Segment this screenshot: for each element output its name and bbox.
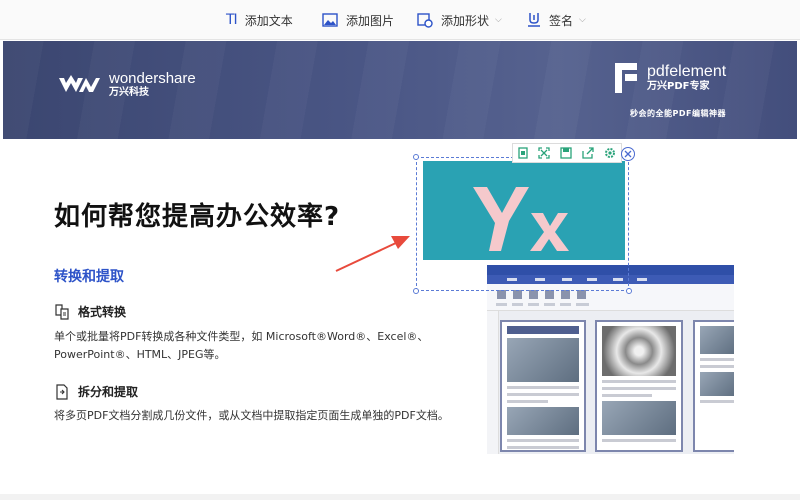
- wondershare-logo: wondershare 万兴科技: [57, 71, 196, 99]
- image-toolbar: [512, 143, 622, 163]
- wondershare-cn: 万兴科技: [109, 87, 149, 98]
- settings-icon[interactable]: [604, 144, 616, 163]
- document-page: [500, 320, 586, 452]
- shape-icon: [417, 13, 433, 28]
- add-text-label: 添加文本: [244, 13, 293, 28]
- product-screenshot: [487, 265, 734, 454]
- wondershare-name: wondershare: [109, 70, 196, 87]
- feature-description[interactable]: 将多页PDF文档分割成几份文件，或从文档中提取指定页面生成单独的PDF文档。: [54, 407, 454, 425]
- yx-logo-image: [473, 187, 569, 251]
- text-icon: TI: [226, 12, 238, 28]
- pdfelement-logo: pdfelement 万兴PDF专家: [615, 63, 726, 93]
- signature-icon: [528, 13, 540, 27]
- resize-handle[interactable]: [626, 288, 632, 294]
- pdfelement-name: pdfelement: [647, 63, 727, 80]
- pdfelement-cn: 万兴PDF专家: [647, 81, 710, 92]
- chevron-down-icon: ⌵: [579, 15, 586, 25]
- feature-title[interactable]: 格式转换: [78, 303, 126, 320]
- feature-split-extract: 拆分和提取: [54, 383, 138, 400]
- image-icon: [322, 13, 338, 27]
- save-icon[interactable]: [560, 144, 572, 163]
- resize-handle[interactable]: [413, 288, 419, 294]
- selected-image[interactable]: [423, 161, 625, 260]
- wondershare-logo-icon: [59, 75, 100, 92]
- editor-toolbar: TI 添加文本 添加图片 添加形状 ⌵ 签名 ⌵: [0, 0, 800, 40]
- document-page: [595, 320, 683, 452]
- pdfelement-logo-icon: [615, 63, 637, 93]
- add-image-label: 添加图片: [346, 13, 395, 28]
- chevron-down-icon: ⌵: [495, 15, 502, 25]
- feature-title[interactable]: 拆分和提取: [78, 383, 138, 400]
- file-split-icon: [56, 383, 68, 400]
- feature-format-conversion: 格式转换: [54, 303, 126, 320]
- add-shape-label: 添加形状: [441, 13, 490, 28]
- add-shape-button[interactable]: 添加形状 ⌵: [417, 0, 502, 40]
- export-icon[interactable]: [582, 144, 594, 163]
- sign-label: 签名: [549, 13, 574, 28]
- page-headline[interactable]: 如何帮您提高办公效率?: [54, 196, 340, 233]
- section-title[interactable]: 转换和提取: [54, 266, 124, 286]
- feature-description[interactable]: 单个或批量将PDF转换成各种文件类型，如 Microsoft®Word®、Exc…: [54, 328, 454, 364]
- header-banner: wondershare 万兴科技 pdfelement 万兴PDF专家 秒会的全…: [3, 41, 797, 139]
- add-text-button[interactable]: TI 添加文本: [226, 0, 293, 40]
- document-page: [693, 320, 734, 452]
- bottom-strip: [0, 494, 800, 500]
- banner-slogan: 秒会的全能PDF编辑神器: [630, 109, 726, 118]
- resize-handle[interactable]: [413, 154, 419, 160]
- crop-icon[interactable]: [518, 144, 528, 163]
- expand-icon[interactable]: [538, 144, 550, 163]
- file-convert-icon: [55, 303, 69, 320]
- add-image-button[interactable]: 添加图片: [322, 0, 394, 40]
- sign-button[interactable]: 签名 ⌵: [527, 0, 586, 40]
- close-icon[interactable]: [621, 147, 635, 161]
